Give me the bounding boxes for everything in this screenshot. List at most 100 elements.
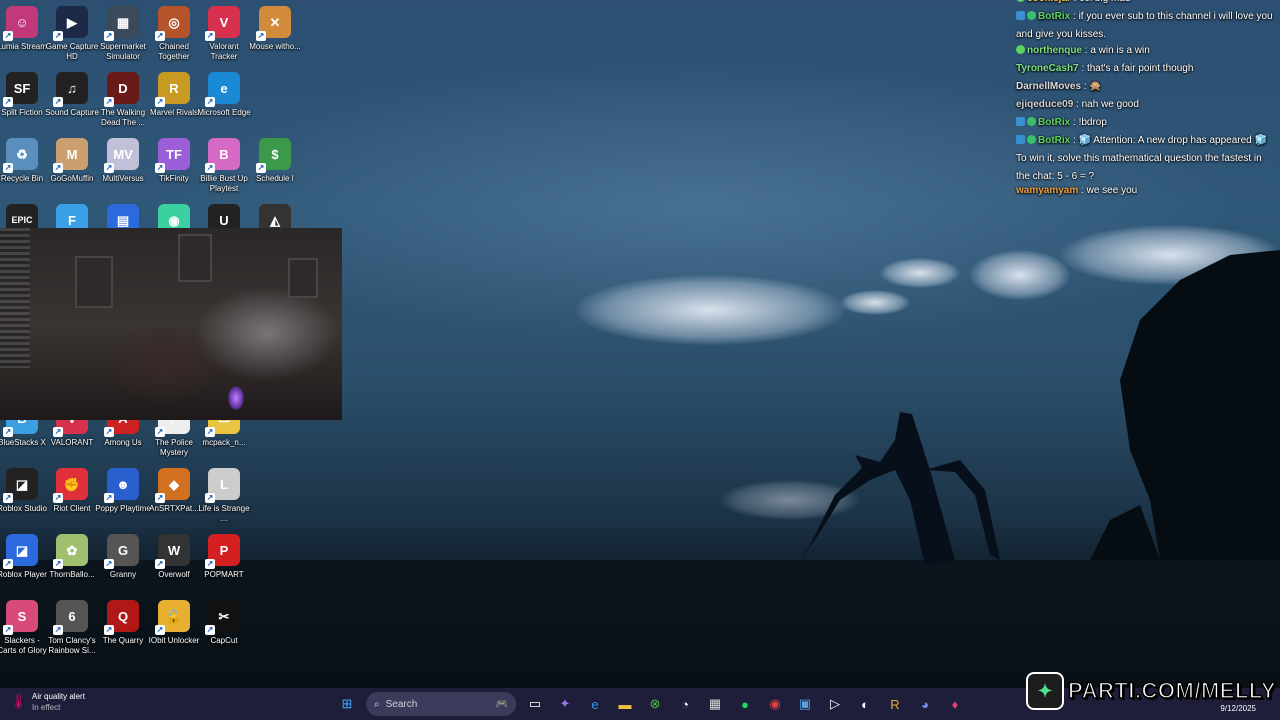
chat-text: that's a fair point though (1086, 63, 1194, 74)
desktop-icon[interactable]: S ↗ Slackers - Carts of Glory (0, 600, 47, 656)
verified-badge-icon (1027, 117, 1036, 126)
chat-message: ejiqeduce09 : nah we good (1016, 96, 1278, 114)
desktop-icon[interactable]: M ↗ GoGoMuffin (47, 138, 97, 184)
desktop-icon[interactable]: ▶ ↗ Game Capture HD (45, 6, 99, 62)
chat-text: col big mad (1079, 0, 1130, 4)
chat-message: BotRix : if you ever sub to this channel… (1016, 8, 1278, 44)
desktop-icon-label: Lumia Stream (0, 42, 47, 51)
desktop-icon[interactable]: ▦ ↗ Supermarket Simulator (98, 6, 148, 62)
verified-badge-icon (1027, 11, 1036, 20)
start-menu-icon[interactable]: ⊞ (336, 693, 358, 715)
webcam-headset-light (228, 386, 244, 410)
app-icon: $ ↗ (256, 138, 291, 173)
desktop-icon[interactable]: ✿ ↗ ThornBallo... (47, 534, 97, 580)
store-icon[interactable]: ▦ (704, 693, 726, 715)
shortcut-arrow-icon: ↗ (3, 559, 13, 569)
webcam-wall-frame (75, 256, 113, 308)
desktop-icon[interactable]: 🔓 ↗ IObit Unlocker (149, 600, 199, 646)
desktop-icon-label: Game Capture HD (45, 42, 99, 61)
desktop-icon-label: Slackers - Carts of Glory (0, 636, 47, 655)
desktop-icon[interactable]: Q ↗ The Quarry (98, 600, 148, 646)
chat-separator: : (1070, 11, 1079, 22)
chrome-icon[interactable]: ◉ (764, 693, 786, 715)
file-explorer-icon[interactable]: ▬ (614, 693, 636, 715)
shortcut-arrow-icon: ↗ (53, 427, 63, 437)
shortcut-arrow-icon: ↗ (155, 625, 165, 635)
desktop-icon[interactable]: W ↗ Overwolf (149, 534, 199, 580)
desktop-icon-label: Supermarket Simulator (100, 42, 146, 61)
chat-username[interactable]: cookiejar (1027, 0, 1071, 4)
photos-icon[interactable]: ▣ (794, 693, 816, 715)
parti-logo-icon: ✦ (1026, 672, 1065, 710)
capture-icon[interactable]: ◐ (854, 693, 876, 715)
steam-icon[interactable]: ◔ (674, 693, 696, 715)
desktop-icon[interactable]: ◆ ↗ AnSRTXPat... (149, 468, 199, 514)
desktop-icon[interactable]: ✊ ↗ Riot Client (47, 468, 97, 514)
shortcut-arrow-icon: ↗ (53, 97, 63, 107)
desktop-icon-label: The Walking Dead The ... (100, 108, 146, 127)
gem-badge-icon (1016, 0, 1025, 2)
desktop-icon[interactable]: TF ↗ TikFinity (149, 138, 199, 184)
weather-alert-subtitle: In effect (32, 703, 61, 712)
shortcut-arrow-icon: ↗ (205, 31, 215, 41)
copilot-icon[interactable]: ✦ (554, 693, 576, 715)
desktop-icon[interactable]: ◎ ↗ Chained Together (149, 6, 199, 62)
chat-username[interactable]: TyroneCash7 (1016, 63, 1079, 74)
desktop-icon[interactable]: e ↗ Microsoft Edge (197, 72, 251, 118)
desktop-icon[interactable]: ♫ ↗ Sound Capture (45, 72, 99, 118)
desktop-icon[interactable]: ✕ ↗ Mouse witho... (249, 6, 301, 52)
chat-message: northenque : a win is a win (1016, 42, 1278, 60)
desktop-icon[interactable]: L ↗ Life is Strange ... (198, 468, 250, 524)
app-icon: ♫ ↗ (53, 72, 88, 107)
desktop-icon[interactable]: MV ↗ MultiVersus (98, 138, 148, 184)
shortcut-arrow-icon: ↗ (205, 427, 215, 437)
desktop-icon[interactable]: P ↗ POPMART (199, 534, 249, 580)
shortcut-arrow-icon: ↗ (205, 163, 215, 173)
desktop-icon[interactable]: SF ↗ Split Fiction (0, 72, 47, 118)
chat-username[interactable]: BotRix (1038, 117, 1070, 128)
desktop-icon[interactable]: ☻ ↗ Poppy Playtime (95, 468, 151, 514)
app-icon: ✿ ↗ (53, 534, 88, 569)
verified-badge-icon (1027, 135, 1036, 144)
desktop-icon[interactable]: G ↗ Granny (98, 534, 148, 580)
chat-username[interactable]: BotRix (1038, 135, 1070, 146)
discord-icon[interactable]: ◕ (914, 693, 936, 715)
desktop-icon-label: ThornBallo... (49, 570, 95, 579)
shortcut-arrow-icon: ↗ (104, 493, 114, 503)
xbox-icon[interactable]: ⊗ (644, 693, 666, 715)
chat-username[interactable]: BotRix (1038, 11, 1070, 22)
desktop-icon[interactable]: ♻ ↗ Recycle Bin (0, 138, 47, 184)
desktop-icon[interactable]: B ↗ Billie Bust Up Playtest (199, 138, 249, 194)
desktop-icon-label: Among Us (104, 438, 142, 447)
app-icon: ◎ ↗ (155, 6, 190, 41)
desktop-icon-label: Chained Together (158, 42, 190, 61)
shortcut-arrow-icon: ↗ (104, 427, 114, 437)
stream-brand-overlay: ✦ PARTI.COM/MELLY (1026, 672, 1276, 710)
task-view-icon[interactable]: ▭ (524, 693, 546, 715)
taskbar-search[interactable]: ⌕ Search 🎮 (366, 692, 516, 716)
desktop-icon-label: Tom Clancy's Rainbow Si... (48, 636, 96, 655)
chat-username[interactable]: ejiqeduce09 (1016, 99, 1073, 110)
webcam-wall-frame (288, 258, 318, 298)
desktop-icon[interactable]: D ↗ The Walking Dead The ... (98, 72, 148, 128)
shortcut-arrow-icon: ↗ (256, 31, 266, 41)
desktop-icon[interactable]: ◪ ↗ Roblox Studio (0, 468, 47, 514)
chat-username[interactable]: wamyamyam (1016, 185, 1078, 196)
desktop-icon[interactable]: ☺ ↗ Lumia Stream (0, 6, 47, 52)
marvel-rivals-icon[interactable]: R (884, 693, 906, 715)
spotify-icon[interactable]: ● (734, 693, 756, 715)
desktop-icon[interactable]: ◪ ↗ Roblox Player (0, 534, 47, 580)
edge-icon[interactable]: e (584, 693, 606, 715)
desktop-icon[interactable]: 6 ↗ Tom Clancy's Rainbow Si... (47, 600, 97, 656)
desktop-icon[interactable]: ✂ ↗ CapCut (199, 600, 249, 646)
desktop-icon[interactable]: V ↗ Valorant Tracker (199, 6, 249, 62)
lumia-icon[interactable]: ♦ (944, 693, 966, 715)
chat-username[interactable]: northenque (1027, 45, 1082, 56)
shortcut-arrow-icon: ↗ (155, 31, 165, 41)
chat-username[interactable]: DarnellMoves (1016, 81, 1081, 92)
bot-badge-icon (1016, 135, 1025, 144)
weather-widget[interactable]: 🌡 Air quality alert In effect (10, 691, 85, 713)
desktop-icon[interactable]: $ ↗ Schedule I (250, 138, 300, 184)
media-player-icon[interactable]: ▷ (824, 693, 846, 715)
desktop-icon[interactable]: R ↗ Marvel Rivals (149, 72, 199, 118)
